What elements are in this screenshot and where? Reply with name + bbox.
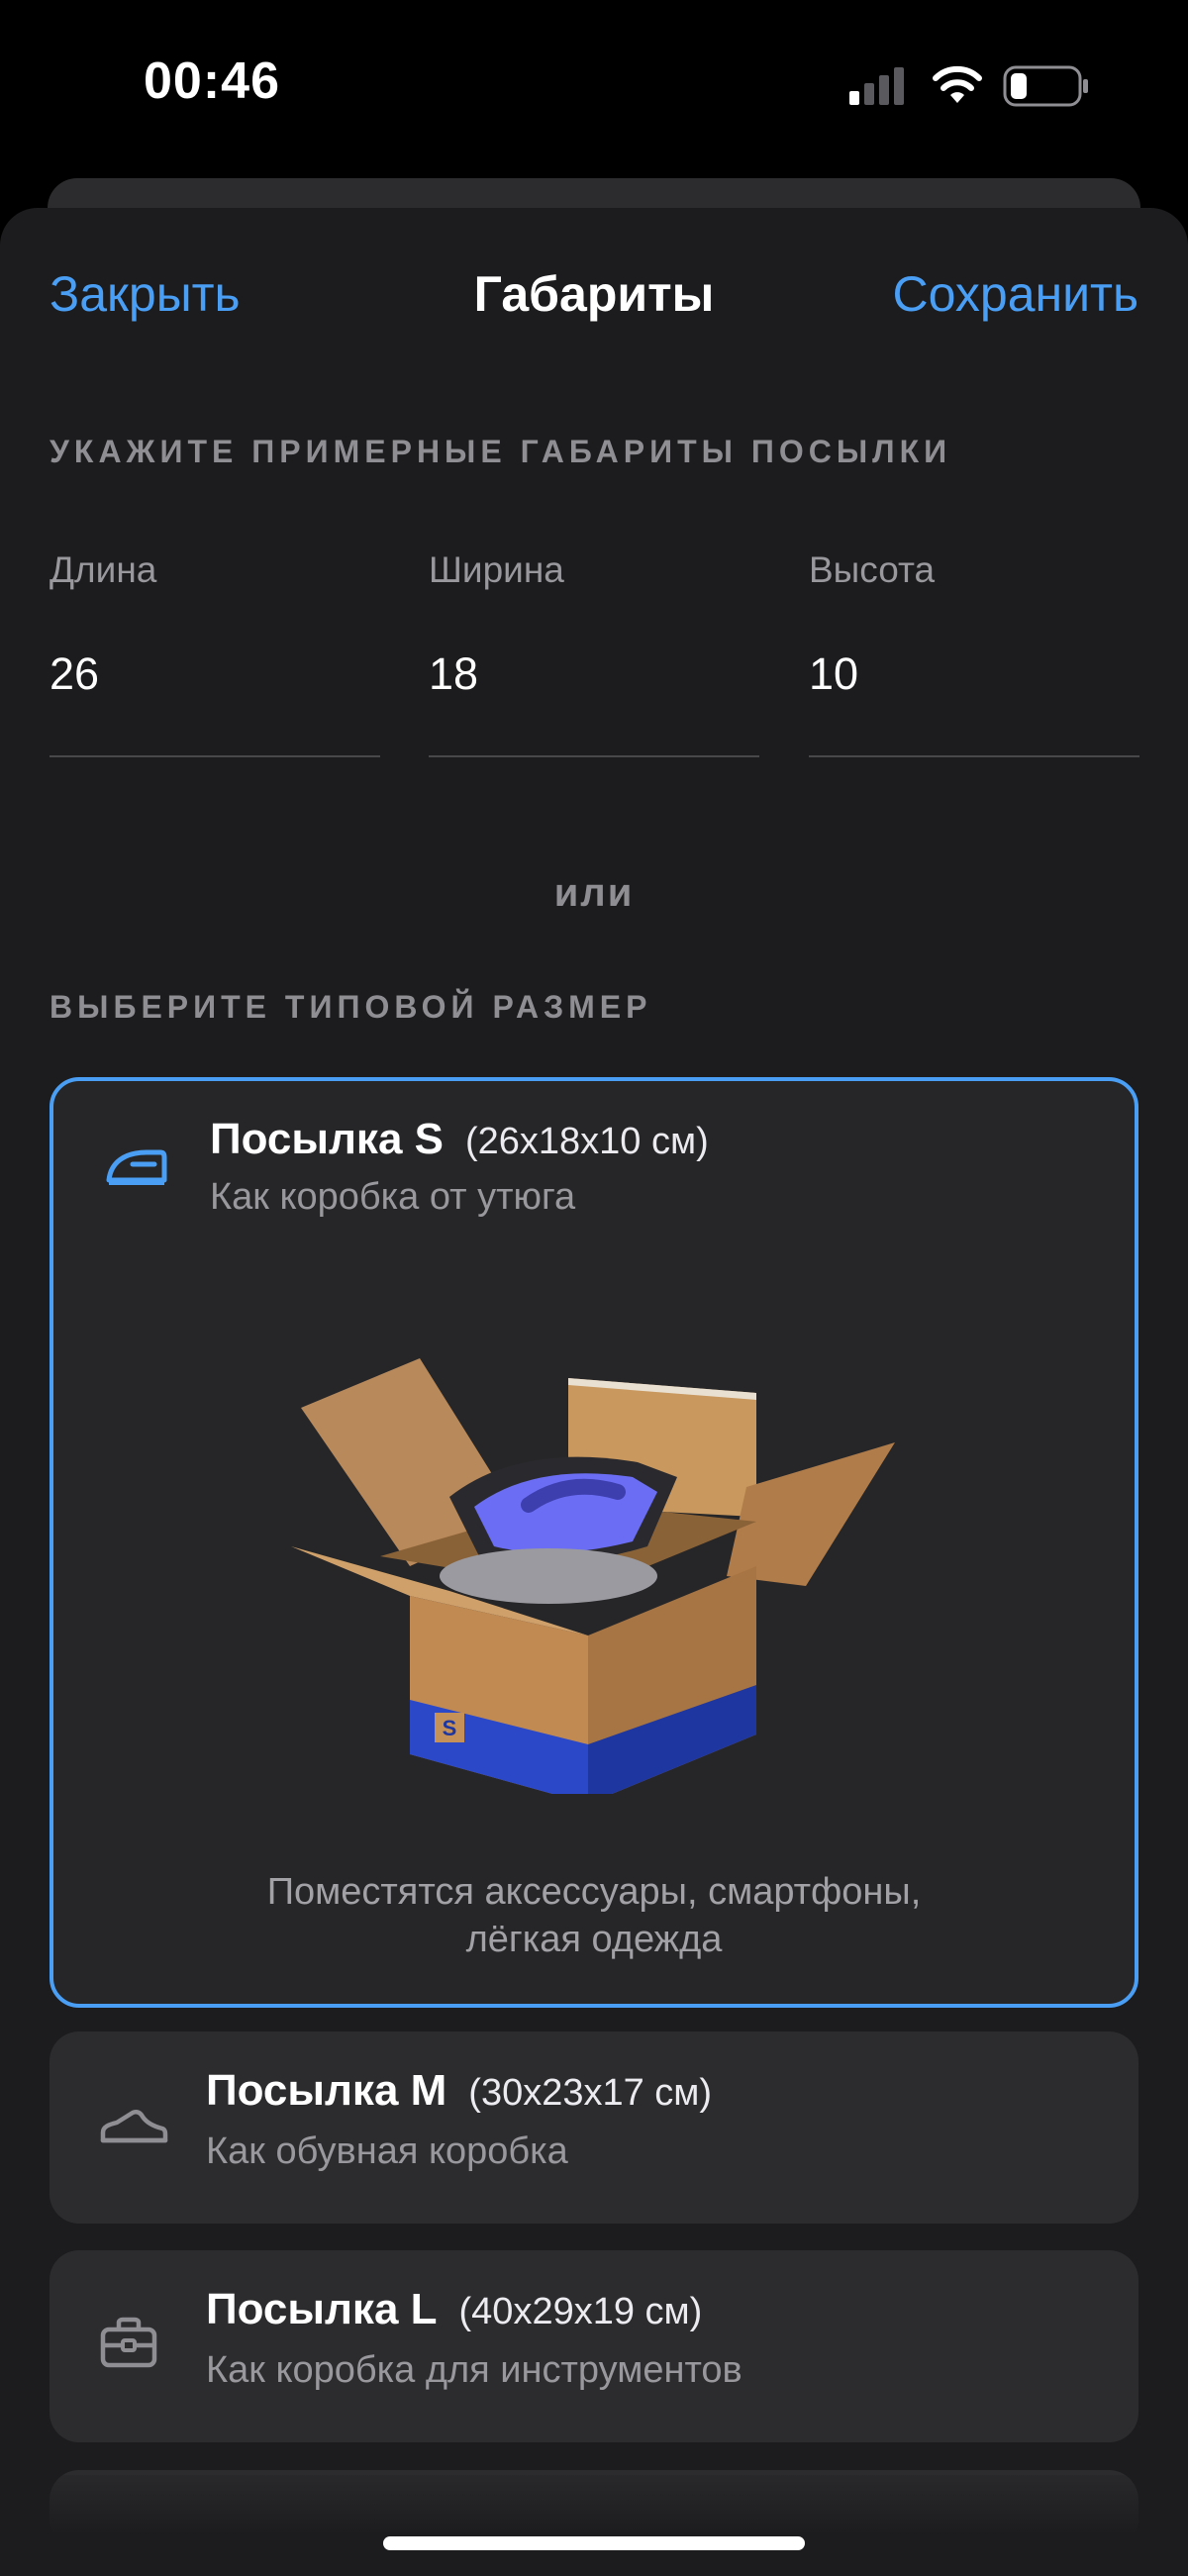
height-field[interactable]: Высота 10 — [809, 549, 1139, 757]
option-s-title: Посылка S (26x18x10 см) — [210, 1115, 709, 1164]
height-input[interactable]: 10 — [809, 648, 1139, 757]
bottom-fade — [0, 2475, 1188, 2576]
save-button[interactable]: Сохранить — [893, 265, 1138, 323]
height-label: Высота — [809, 549, 936, 590]
length-field[interactable]: Длина 26 — [50, 549, 380, 757]
option-s-dims: (26x18x10 см) — [464, 1121, 709, 1162]
option-parcel-s[interactable]: Посылка S (26x18x10 см) Как коробка от ут… — [50, 1077, 1138, 2008]
shoe-icon — [100, 2109, 168, 2143]
option-l-dims: (40x29x19 см) — [458, 2291, 703, 2332]
option-s-name: Посылка S — [210, 1115, 444, 1163]
width-label: Ширина — [429, 549, 564, 590]
presets-section-label: ВЫБЕРИТЕ ТИПОВОЙ РАЗМЕР — [50, 989, 652, 1025]
iron-icon — [106, 1149, 167, 1185]
option-m-name: Посылка M — [206, 2066, 447, 2115]
length-input[interactable]: 26 — [50, 648, 380, 757]
option-s-description-line1: Поместятся аксессуары, смартфоны, — [266, 1871, 922, 1913]
option-m-dims: (30x23x17 см) — [468, 2072, 713, 2114]
option-l-title: Посылка L (40x29x19 см) — [206, 2285, 702, 2334]
iron-box-illustration: S — [291, 1358, 895, 1794]
option-parcel-m[interactable]: Посылка M (30x23x17 см) Как обувная короб… — [50, 2031, 1138, 2224]
option-s-subtitle: Как коробка от утюга — [210, 1176, 576, 1218]
or-divider: или — [553, 871, 635, 915]
length-label: Длина — [50, 549, 157, 590]
option-s-description: Поместятся аксессуары, смартфоны, лёгкая… — [53, 1868, 1135, 1963]
option-s-description-line2: лёгкая одежда — [465, 1919, 723, 1960]
width-input[interactable]: 18 — [429, 648, 759, 757]
signal-icon — [849, 67, 904, 105]
dimensions-section-label: УКАЖИТЕ ПРИМЕРНЫЕ ГАБАРИТЫ ПОСЫЛКИ — [50, 434, 952, 469]
status-time: 00:46 — [144, 52, 280, 110]
option-m-subtitle: Как обувная коробка — [206, 2130, 568, 2172]
box-size-badge: S — [443, 1716, 457, 1740]
status-bar: 00:46 — [0, 0, 1188, 178]
toolbox-icon — [100, 2317, 157, 2368]
option-m-title: Посылка M (30x23x17 см) — [206, 2066, 712, 2116]
width-field[interactable]: Ширина 18 — [429, 549, 759, 757]
option-l-subtitle: Как коробка для инструментов — [206, 2349, 742, 2391]
wifi-icon — [933, 65, 982, 103]
battery-icon — [1003, 65, 1088, 107]
option-parcel-l[interactable]: Посылка L (40x29x19 см) Как коробка для и… — [50, 2250, 1138, 2442]
option-l-name: Посылка L — [206, 2285, 438, 2333]
home-indicator[interactable] — [383, 2536, 805, 2550]
